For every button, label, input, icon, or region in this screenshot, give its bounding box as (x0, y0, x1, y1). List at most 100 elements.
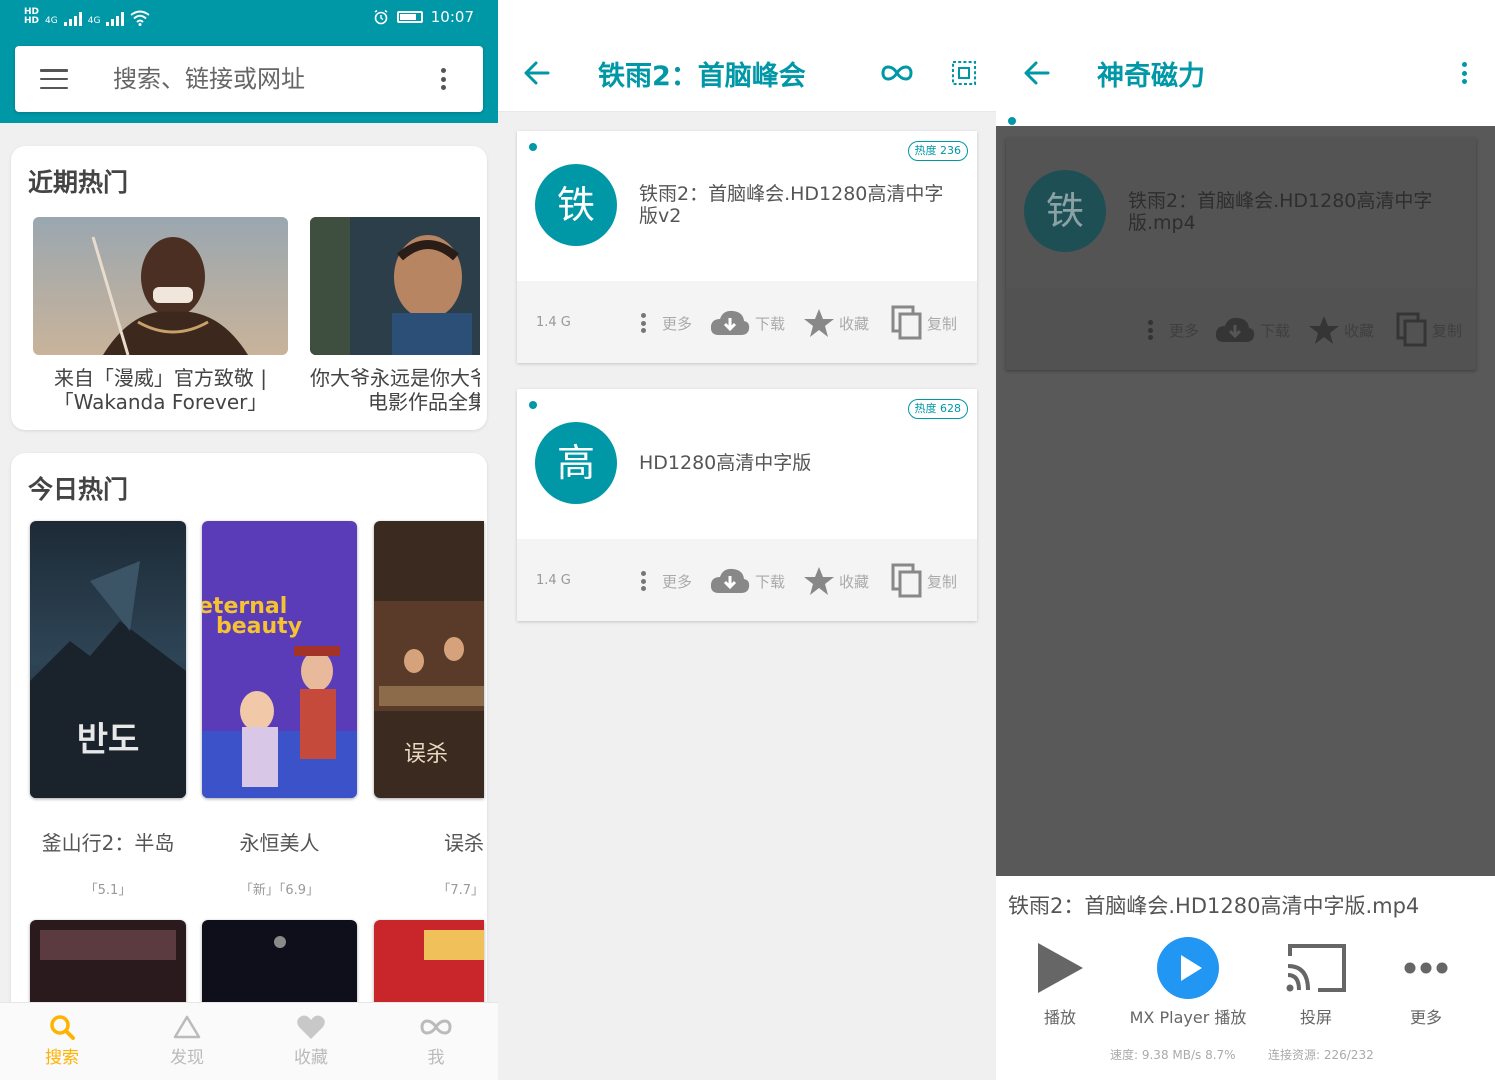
more-vertical-icon (641, 571, 646, 591)
today-hot-card: 今日热门 반도 釜山行2：半岛 「5.1」 eternal beauty 永恒美… (11, 453, 487, 1073)
copy-icon (1396, 312, 1427, 347)
new-indicator-dot (529, 401, 537, 409)
cloud-download-icon (1215, 317, 1255, 342)
more-options-button[interactable]: 更多 (1356, 932, 1495, 1028)
mx-player-icon (1157, 937, 1219, 999)
result-card[interactable]: 热度 628 高 HD1280高清中字版 1.4 G 更多 下载 收藏 复制 (517, 389, 977, 621)
download-button[interactable]: 下载 (709, 561, 785, 601)
copy-button[interactable]: 复制 (891, 303, 957, 343)
result-actions: 1.4 G 更多 下载 收藏 复制 (517, 539, 977, 621)
detail-app-bar: 神奇磁力 (996, 0, 1495, 126)
recent-thumb-1[interactable] (33, 217, 288, 355)
nav-favorites[interactable]: 收藏 (271, 1013, 351, 1068)
poster-peninsula[interactable]: 반도 (30, 521, 186, 798)
alarm-icon (374, 9, 388, 25)
recent-caption-2[interactable]: 你大爷永远是你大爷 电影作品全集 (310, 366, 480, 414)
more-horizontal-icon (1404, 962, 1448, 974)
copy-icon (891, 563, 922, 598)
triangle-icon (173, 1015, 201, 1039)
favorite-button: 收藏 (1308, 310, 1374, 350)
download-button: 下载 (1214, 310, 1290, 350)
file-size: 1.4 G (536, 315, 571, 330)
play-button[interactable]: 播放 (996, 932, 1130, 1028)
select-all-icon[interactable] (951, 60, 977, 86)
avatar: 铁 (535, 164, 617, 246)
network-type-2: 4G (87, 16, 101, 26)
dim-overlay[interactable]: 铁 铁雨2：首脑峰会.HD1280高清中字版.mp4 更多 下载 收藏 复制 (996, 126, 1495, 876)
favorite-button[interactable]: 收藏 (803, 561, 869, 601)
more-vertical-icon (641, 313, 646, 333)
file-size: 1.4 G (536, 573, 571, 588)
overflow-menu-icon[interactable] (1462, 62, 1467, 84)
result-name: 铁雨2：首脑峰会.HD1280高清中字版.mp4 (1128, 190, 1433, 234)
nav-search[interactable]: 搜索 (22, 1013, 102, 1068)
poster-date: 「7.7」 (437, 883, 484, 898)
back-arrow-icon[interactable] (522, 58, 552, 88)
poster-date: 「5.1」 (84, 883, 132, 898)
more-button: 更多 (1148, 310, 1199, 350)
overflow-menu-icon[interactable] (441, 68, 446, 90)
recent-thumb-1-image (33, 217, 288, 355)
battery-icon (396, 11, 423, 23)
result-actions: 1.4 G 更多 下载 收藏 复制 (517, 281, 977, 363)
play-options-sheet: 铁雨2：首脑峰会.HD1280高清中字版.mp4 播放 MX Player 播放… (996, 876, 1495, 1080)
search-bar[interactable] (15, 46, 483, 112)
heart-icon (297, 1015, 325, 1039)
new-indicator-dot (1008, 117, 1016, 125)
recent-hot-card: 近期热门 来自「漫威」官方致敬 | 「Wakanda Forever」 你大爷永… (11, 146, 487, 430)
cloud-download-icon (710, 568, 750, 593)
copy-button: 复制 (1396, 310, 1462, 350)
poster-eternal-beauty-image: eternal beauty (202, 521, 357, 798)
result-card-dimmed: 铁 铁雨2：首脑峰会.HD1280高清中字版.mp4 更多 下载 收藏 复制 (1006, 138, 1476, 370)
status-bar: HD HD 4G 4G 10:07 (0, 0, 498, 36)
back-arrow-icon[interactable] (1022, 58, 1052, 88)
menu-icon[interactable] (40, 69, 68, 89)
result-card[interactable]: 热度 236 铁 铁雨2：首脑峰会.HD1280高清中字版v2 1.4 G 更多… (517, 131, 977, 363)
more-vertical-icon (1148, 320, 1153, 340)
sheet-file-name: 铁雨2：首脑峰会.HD1280高清中字版.mp4 (1008, 894, 1420, 918)
poster-eternal-beauty[interactable]: eternal beauty (202, 521, 357, 798)
poster-peninsula-image: 반도 (30, 521, 186, 798)
wifi-icon (130, 10, 151, 26)
copy-icon (891, 305, 922, 340)
poster-title[interactable]: 误杀 (374, 827, 484, 856)
network-type-1: 4G (45, 16, 58, 26)
search-input[interactable] (113, 60, 413, 98)
home-header: HD HD 4G 4G 10:07 (0, 0, 498, 123)
nav-discover[interactable]: 发现 (147, 1013, 227, 1068)
more-button[interactable]: 更多 (641, 561, 692, 601)
download-button[interactable]: 下载 (709, 303, 785, 343)
cast-icon (1286, 944, 1346, 992)
poster-date: 「新」「6.9」 (239, 883, 320, 898)
recent-thumb-2[interactable] (310, 217, 480, 355)
hd-icon: HD HD (24, 7, 40, 26)
svg-text:반도: 반도 (77, 720, 140, 760)
poster-title[interactable]: 永恒美人 (202, 827, 357, 856)
mx-player-button[interactable]: MX Player 播放 (1118, 932, 1258, 1028)
connected-sources: 连接资源: 226/232 (1268, 1048, 1374, 1062)
heat-badge: 热度 628 (907, 399, 968, 419)
signal-icon (63, 12, 82, 26)
star-icon (804, 309, 834, 337)
recent-caption-1[interactable]: 来自「漫威」官方致敬 | 「Wakanda Forever」 (33, 366, 288, 414)
nav-me[interactable]: 我 (396, 1013, 476, 1068)
star-icon (1309, 316, 1339, 344)
poster-title[interactable]: 釜山行2：半岛 (30, 827, 186, 856)
bottom-nav: 搜索 发现 收藏 我 (0, 1002, 498, 1080)
more-button[interactable]: 更多 (641, 303, 692, 343)
svg-text:beauty: beauty (216, 614, 302, 639)
copy-button[interactable]: 复制 (891, 561, 957, 601)
infinity-icon (420, 1019, 452, 1035)
search-results-screen: 铁雨2：首脑峰会 热度 236 铁 铁雨2：首脑峰会.HD1280高清中字版v2… (498, 0, 996, 1080)
magnet-detail-screen: 神奇磁力 铁 铁雨2：首脑峰会.HD1280高清中字版.mp4 更多 下载 收藏 (996, 0, 1495, 1080)
heat-badge: 热度 236 (907, 141, 968, 161)
poster-sheep-wolves[interactable]: 误杀 (374, 521, 484, 798)
infinity-link-icon[interactable] (880, 62, 914, 84)
results-app-bar: 铁雨2：首脑峰会 (498, 0, 996, 112)
detail-title: 神奇磁力 (1097, 61, 1205, 92)
result-name: 铁雨2：首脑峰会.HD1280高清中字版v2 (639, 183, 944, 227)
results-title: 铁雨2：首脑峰会 (598, 61, 806, 92)
favorite-button[interactable]: 收藏 (803, 303, 869, 343)
search-icon (50, 1015, 75, 1040)
download-speed: 速度: 9.38 MB/s 8.7% (1110, 1048, 1236, 1062)
